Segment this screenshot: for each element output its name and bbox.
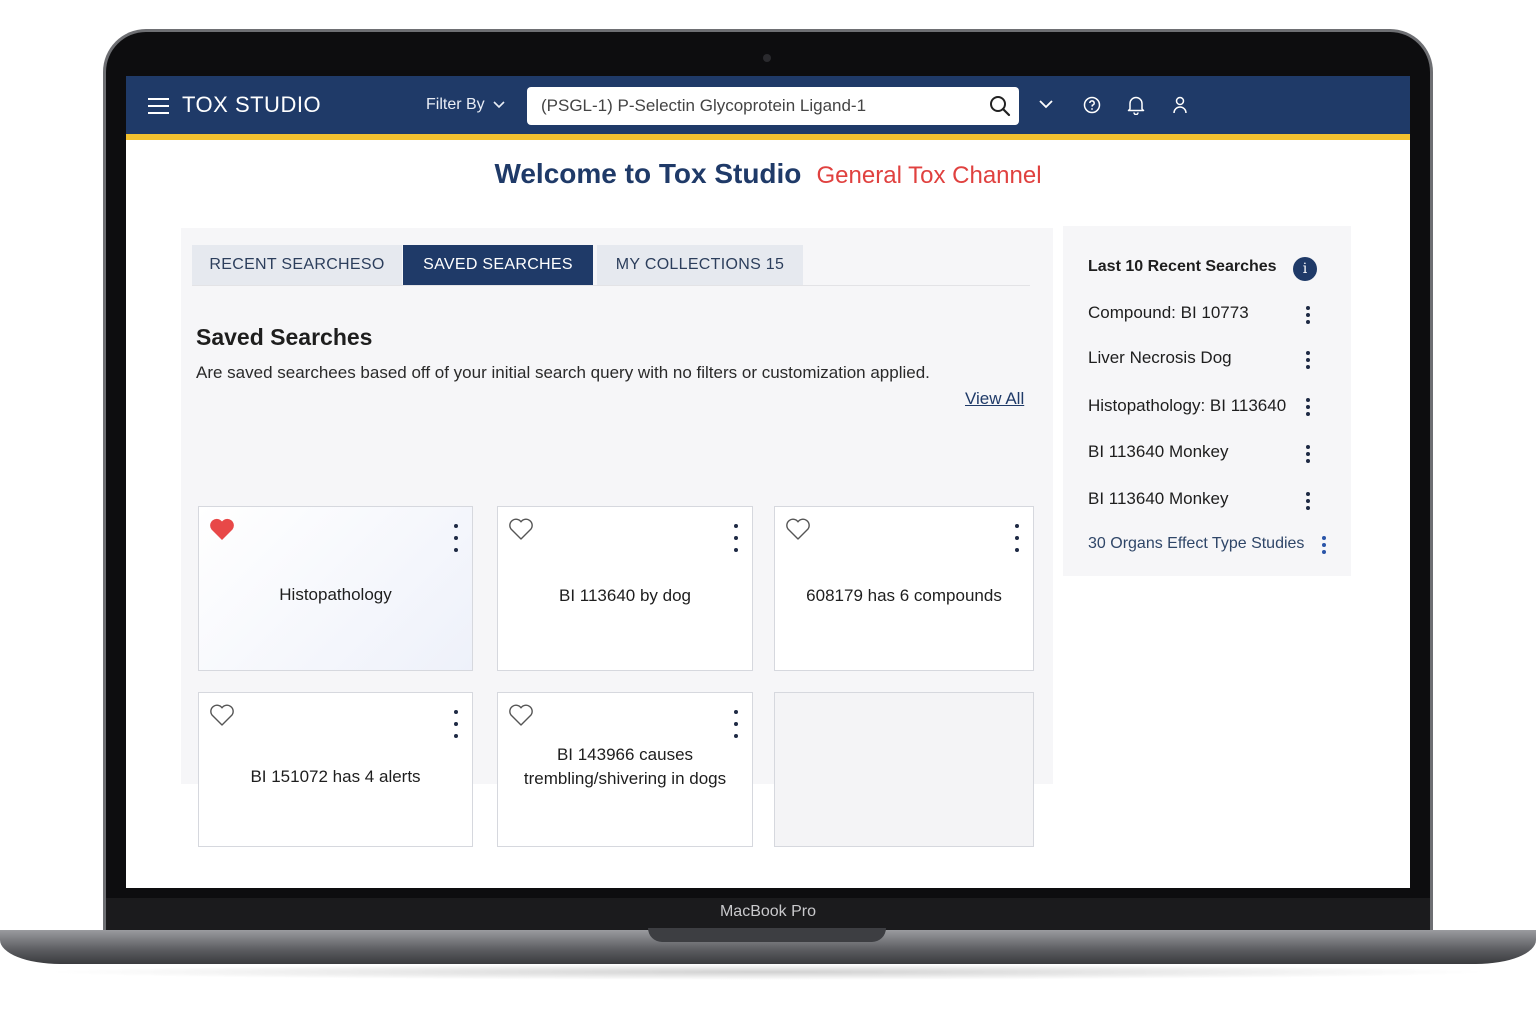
- saved-search-card[interactable]: BI 113640 by dog: [497, 506, 753, 671]
- section-description: Are saved searchees based off of your in…: [196, 363, 930, 382]
- card-label: Histopathology: [279, 585, 392, 604]
- heart-outline-icon[interactable]: [784, 516, 812, 542]
- filter-by-label: Filter By: [426, 96, 485, 113]
- divider: [192, 285, 1030, 286]
- laptop-notch: [648, 928, 886, 942]
- saved-search-card[interactable]: 608179 has 6 compounds: [774, 506, 1034, 671]
- tab-recent-searches[interactable]: RECENT SEARCHESO: [192, 245, 402, 285]
- more-options-icon[interactable]: [1305, 306, 1311, 326]
- more-options-icon[interactable]: [1321, 536, 1327, 556]
- app-screen: TOX STUDIO Filter By (PSGL-1) P-Selectin…: [126, 76, 1410, 888]
- saved-search-card[interactable]: BI 151072 has 4 alerts: [198, 692, 473, 847]
- saved-search-card[interactable]: Histopathology: [198, 506, 473, 671]
- filter-by-dropdown[interactable]: Filter By: [426, 96, 505, 114]
- tab-my-collections[interactable]: MY COLLECTIONS 15: [597, 245, 803, 285]
- heart-outline-icon[interactable]: [507, 702, 535, 728]
- recent-search-item[interactable]: Compound: BI 10773: [1088, 303, 1249, 323]
- bell-icon[interactable]: [1127, 95, 1145, 115]
- app-title: TOX STUDIO: [182, 92, 322, 117]
- more-options-icon[interactable]: [1305, 492, 1311, 512]
- card-label: 608179 has 6 compounds: [806, 586, 1002, 605]
- more-options-icon[interactable]: [452, 708, 460, 742]
- recent-searches-title: Last 10 Recent Searches: [1088, 258, 1277, 275]
- channel-name: General Tox Channel: [816, 162, 1042, 189]
- section-title: Saved Searches: [196, 324, 373, 350]
- help-icon[interactable]: [1083, 96, 1101, 114]
- more-options-icon[interactable]: [1305, 351, 1311, 371]
- tab-saved-searches[interactable]: SAVED SEARCHES: [403, 245, 593, 285]
- more-options-icon[interactable]: [1305, 398, 1311, 418]
- card-label: BI 143966 causes trembling/shivering in …: [523, 745, 727, 788]
- search-input[interactable]: [527, 87, 977, 125]
- chevron-down-icon: [493, 101, 505, 108]
- card-label: BI 113640 by dog: [558, 586, 691, 605]
- welcome-heading: Welcome to Tox Studio General Tox Channe…: [126, 158, 1410, 190]
- chevron-down-icon[interactable]: [1039, 100, 1053, 109]
- camera: [763, 54, 771, 62]
- laptop-shadow: [40, 964, 1496, 980]
- recent-search-item[interactable]: BI 113640 Monkey: [1088, 442, 1229, 462]
- heart-filled-icon[interactable]: [208, 516, 236, 542]
- top-navigation-bar: TOX STUDIO Filter By: [126, 76, 1410, 134]
- more-options-icon[interactable]: [1305, 445, 1311, 465]
- more-options-icon[interactable]: [452, 522, 460, 556]
- search-icon[interactable]: [989, 95, 1011, 117]
- welcome-title: Welcome to Tox Studio: [494, 158, 802, 189]
- more-options-icon[interactable]: [732, 708, 740, 742]
- search-box: [527, 87, 1019, 125]
- user-icon[interactable]: [1172, 96, 1188, 114]
- saved-search-card[interactable]: BI 143966 causes trembling/shivering in …: [497, 692, 753, 847]
- more-options-icon[interactable]: [1013, 522, 1021, 556]
- saved-searches-panel: RECENT SEARCHESO SAVED SEARCHES MY COLLE…: [181, 228, 1053, 847]
- recent-search-item[interactable]: BI 113640 Monkey: [1088, 489, 1229, 509]
- heart-outline-icon[interactable]: [208, 702, 236, 728]
- recent-search-item[interactable]: Liver Necrosis Dog: [1088, 348, 1232, 368]
- info-icon[interactable]: i: [1293, 257, 1317, 281]
- recent-search-item[interactable]: 30 Organs Effect Type Studies: [1088, 535, 1304, 553]
- empty-card-placeholder: [774, 692, 1034, 847]
- header-accent-stripe: [126, 134, 1410, 140]
- recent-searches-panel: Last 10 Recent Searches i Compound: BI 1…: [1063, 226, 1351, 576]
- heart-outline-icon[interactable]: [507, 516, 535, 542]
- device-label: MacBook Pro: [719, 903, 817, 920]
- more-options-icon[interactable]: [732, 522, 740, 556]
- menu-icon[interactable]: [148, 98, 169, 114]
- view-all-link[interactable]: View All: [965, 389, 1024, 409]
- card-label: BI 151072 has 4 alerts: [250, 767, 421, 786]
- recent-search-item[interactable]: Histopathology: BI 113640: [1088, 396, 1286, 416]
